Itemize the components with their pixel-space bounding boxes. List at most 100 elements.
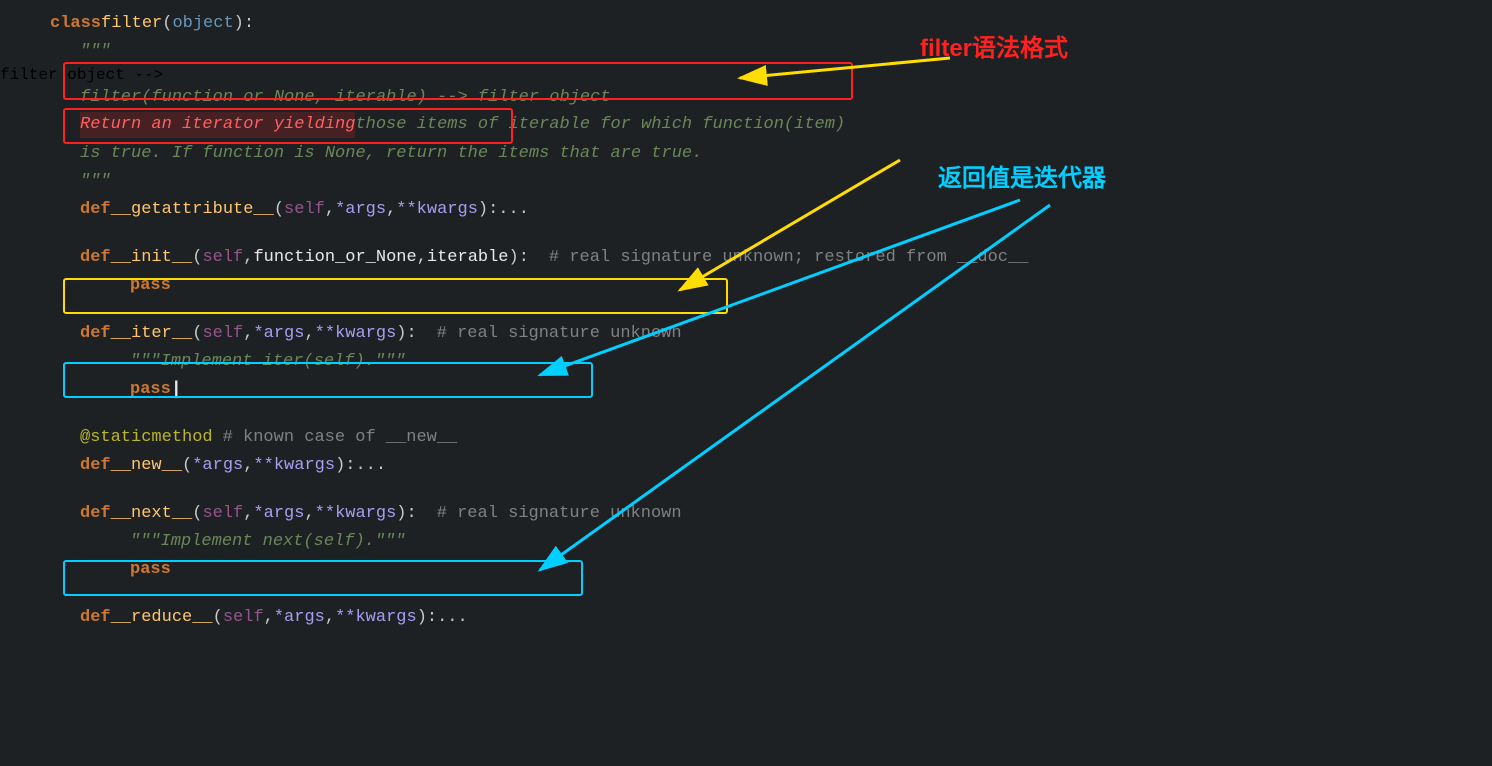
next-doc-open: """: [130, 528, 161, 556]
iter-doc-close: """: [375, 348, 406, 376]
self-3: self: [202, 320, 243, 348]
line-docstring-open: """: [0, 38, 1492, 66]
kwargs-2: **kwargs: [315, 320, 397, 348]
args-3: *args: [192, 452, 243, 480]
args-1: *args: [335, 196, 386, 224]
paren: (: [162, 10, 172, 38]
is-true-text: is true. If function is None, return the…: [80, 140, 702, 168]
p16: (: [192, 500, 202, 528]
p18: ,: [304, 500, 314, 528]
p10: ,: [243, 320, 253, 348]
blank-3: [0, 404, 1492, 424]
args-4: *args: [253, 500, 304, 528]
args-5: *args: [274, 604, 325, 632]
p17: ,: [243, 500, 253, 528]
p13: (: [182, 452, 192, 480]
annotation-iterator: 返回值是迭代器: [938, 158, 1106, 193]
comment-staticmethod: # known case of __new__: [223, 424, 458, 452]
kw-def-2: def: [80, 244, 111, 272]
decorator-text: @staticmethod: [80, 424, 213, 452]
param-function-or-none: function_or_None: [253, 244, 416, 272]
blank-5: [0, 584, 1492, 604]
line-pass-1: pass: [0, 272, 1492, 300]
kw-def-6: def: [80, 604, 111, 632]
comment-init: # real signature unknown; restored from …: [549, 244, 1028, 272]
fn-new: __new__: [111, 452, 182, 480]
self-5: self: [223, 604, 264, 632]
p6: ,: [243, 244, 253, 272]
line-docstring-close: """: [0, 168, 1492, 196]
self-2: self: [202, 244, 243, 272]
cursor: |: [171, 376, 182, 404]
self-4: self: [202, 500, 243, 528]
p1: (: [274, 196, 284, 224]
line-filter-syntax: filter(function or None, iterable) --> f…: [0, 84, 1492, 112]
next-doc-content: Implement next(self).: [161, 528, 375, 556]
p7: ,: [417, 244, 427, 272]
kw-def-4: def: [80, 452, 111, 480]
fn-reduce: __reduce__: [111, 604, 213, 632]
kw-def-3: def: [80, 320, 111, 348]
keyword-class: class: [50, 10, 101, 38]
p23: ):...: [417, 604, 468, 632]
self-1: self: [284, 196, 325, 224]
return-an-highlight: Return an iterator yielding: [80, 112, 355, 138]
blank-4: [0, 480, 1492, 500]
docstring-open: """: [80, 38, 111, 66]
pass-2: pass: [130, 376, 171, 404]
line-is-true: is true. If function is None, return the…: [0, 140, 1492, 168]
fn-next: __next__: [111, 500, 193, 528]
kwargs-3: **kwargs: [253, 452, 335, 480]
line-pass-3: pass: [0, 556, 1492, 584]
p3: ,: [386, 196, 396, 224]
kw-def-1: def: [80, 196, 111, 224]
line-init: def __init__ ( self , function_or_None ,…: [0, 244, 1492, 272]
line-staticmethod: @staticmethod # known case of __new__: [0, 424, 1492, 452]
paren-close: ):: [234, 10, 254, 38]
line-getattribute: def __getattribute__ ( self , *args , **…: [0, 196, 1492, 224]
kwargs-4: **kwargs: [315, 500, 397, 528]
filter-syntax-text: filter(function or None, iterable) --> f…: [80, 84, 611, 112]
line-class: class filter ( object ):: [0, 10, 1492, 38]
class-name: filter: [101, 10, 162, 38]
line-pass-2: pass |: [0, 376, 1492, 404]
p9: (: [192, 320, 202, 348]
line-return-an: Return an iterator yielding those items …: [0, 112, 1492, 140]
code-editor: class filter ( object ): """ filter obje…: [0, 0, 1492, 766]
kwargs-5: **kwargs: [335, 604, 417, 632]
fn-getattribute: __getattribute__: [111, 196, 274, 224]
line-iter-doc: """ Implement iter(self). """: [0, 348, 1492, 376]
p22: ,: [325, 604, 335, 632]
line-iter: def __iter__ ( self , *args , **kwargs )…: [0, 320, 1492, 348]
p20: (: [213, 604, 223, 632]
param-iterable: iterable: [427, 244, 509, 272]
pass-1: pass: [130, 272, 171, 300]
blank-2: [0, 300, 1492, 320]
p15: ):...: [335, 452, 386, 480]
fn-iter: __iter__: [111, 320, 193, 348]
line-reduce: def __reduce__ ( self , *args , **kwargs…: [0, 604, 1492, 632]
annotation-filter-syntax: filter语法格式: [920, 28, 1068, 63]
blank-1: [0, 224, 1492, 244]
comment-next: # real signature unknown: [437, 500, 682, 528]
p19: ):: [396, 500, 416, 528]
p14: ,: [243, 452, 253, 480]
args-2: *args: [253, 320, 304, 348]
pass-3: pass: [130, 556, 171, 584]
p2: ,: [325, 196, 335, 224]
return-rest: those items of iterable for which functi…: [355, 112, 845, 138]
docstring-close: """: [80, 168, 111, 196]
next-doc-close: """: [375, 528, 406, 556]
base-class: object: [172, 10, 233, 38]
p11: ,: [304, 320, 314, 348]
p5: (: [192, 244, 202, 272]
line-new: def __new__ ( *args , **kwargs ):...: [0, 452, 1492, 480]
kwargs-1: **kwargs: [396, 196, 478, 224]
fn-init: __init__: [111, 244, 193, 272]
p8: ):: [509, 244, 529, 272]
p4: ):...: [478, 196, 529, 224]
line-next: def __next__ ( self , *args , **kwargs )…: [0, 500, 1492, 528]
kw-def-5: def: [80, 500, 111, 528]
iter-doc-content: Implement iter(self).: [161, 348, 375, 376]
line-next-doc: """ Implement next(self). """: [0, 528, 1492, 556]
